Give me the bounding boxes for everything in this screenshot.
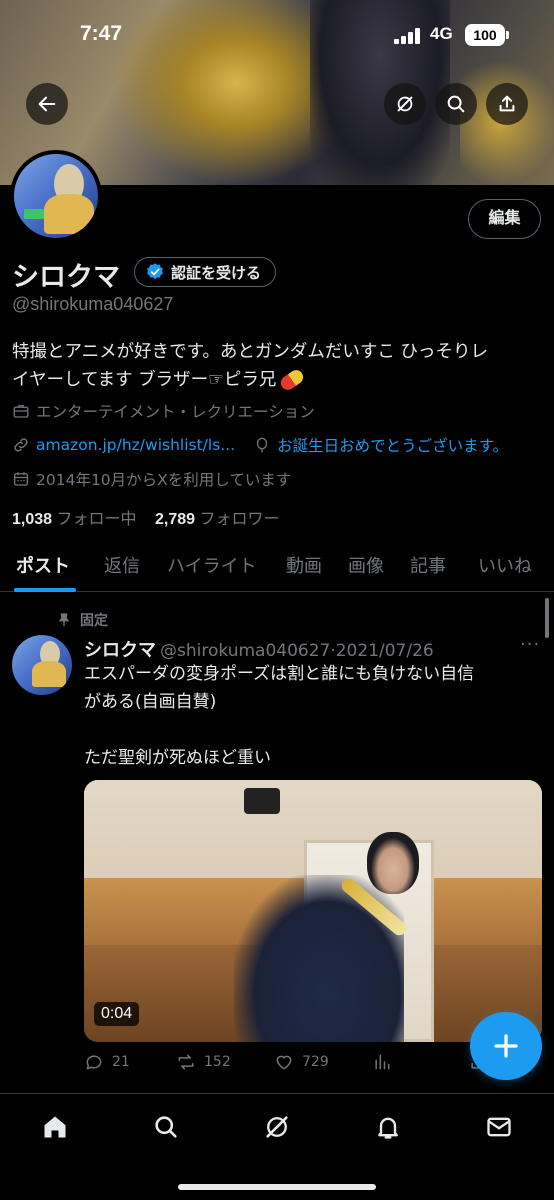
post-handle-date: @shirokuma040627·2021/07/26 — [160, 641, 434, 661]
repost-button[interactable]: 152 — [176, 1052, 231, 1072]
follow-counts: 1,038 フォロー中 2,789 フォロワー — [12, 505, 279, 529]
following-link[interactable]: 1,038 フォロー中 — [12, 511, 137, 528]
post-author-name[interactable]: シロクマ — [84, 640, 156, 661]
compose-post-button[interactable] — [470, 1012, 542, 1080]
edit-profile-button[interactable]: 編集 — [468, 199, 541, 239]
nav-notifications[interactable] — [373, 1112, 403, 1142]
back-arrow-icon — [38, 96, 56, 112]
followers-label: フォロワー — [199, 511, 280, 528]
tab-videos[interactable]: 動画 — [286, 552, 322, 578]
scrollbar[interactable] — [545, 598, 549, 638]
nav-search[interactable] — [151, 1112, 181, 1142]
speaker-image — [244, 788, 280, 814]
search-icon — [155, 1116, 177, 1138]
post-header: シロクマ @shirokuma040627·2021/07/26 — [84, 636, 434, 662]
bio-line: イヤーしてます ブラザー☞ピラ兄 — [12, 370, 277, 390]
tab-likes[interactable]: いいね — [478, 552, 532, 578]
video-duration: 0:04 — [94, 1002, 140, 1026]
profile-category: エンターテイメント・レクリエーション — [12, 400, 315, 422]
battery-tip — [506, 31, 509, 39]
pinned-indicator: 固定 — [56, 610, 108, 630]
profile-handle: @shirokuma040627 — [12, 294, 174, 314]
joined-date-row: 2014年10月からXを利用しています — [12, 468, 291, 490]
briefcase-icon — [13, 405, 29, 418]
bottom-navigation — [0, 1093, 554, 1200]
post-video[interactable]: 0:04 — [84, 780, 542, 1042]
nav-grok[interactable] — [262, 1112, 292, 1142]
profile-bio: 特撮とアニメが好きです。あとガンダムだいすこ ひっそりレ イヤーしてます ブラザ… — [12, 338, 542, 394]
profile-website-link[interactable]: amazon.jp/hz/wishlist/ls... — [36, 436, 235, 454]
reply-count: 21 — [112, 1054, 130, 1070]
reply-icon — [86, 1055, 102, 1070]
followers-count: 2,789 — [154, 511, 196, 528]
verified-badge-icon — [147, 263, 163, 280]
category-text: エンターテイメント・レクリエーション — [36, 403, 315, 421]
verify-label: 認証を受ける — [171, 264, 262, 282]
analytics-icon — [375, 1054, 390, 1070]
nav-home[interactable] — [40, 1112, 70, 1142]
bell-icon — [378, 1117, 398, 1139]
birthday-text[interactable]: お誕生日おめでとうございます。 — [277, 434, 508, 456]
nav-messages[interactable] — [484, 1112, 514, 1142]
bio-line-with-emoji: イヤーしてます ブラザー☞ピラ兄 — [12, 366, 542, 394]
pill-emoji-icon — [278, 367, 307, 393]
grok-icon — [266, 1116, 288, 1138]
signal-icon — [394, 28, 422, 44]
search-icon — [447, 95, 465, 113]
share-icon — [499, 95, 515, 112]
heart-icon — [276, 1055, 292, 1070]
search-button[interactable] — [435, 83, 477, 125]
grok-icon — [397, 96, 413, 112]
like-button[interactable]: 729 — [274, 1052, 329, 1072]
pin-icon — [58, 613, 70, 626]
reply-button[interactable]: 21 — [84, 1052, 130, 1072]
tab-replies[interactable]: 返信 — [104, 552, 140, 578]
plus-icon — [494, 1034, 518, 1058]
joined-text: 2014年10月からXを利用しています — [36, 471, 292, 489]
followers-link[interactable]: 2,789 フォロワー — [155, 511, 280, 528]
bio-line: 特撮とアニメが好きです。あとガンダムだいすこ ひっそりレ — [12, 342, 488, 362]
tab-highlights[interactable]: ハイライト — [167, 552, 257, 578]
following-count: 1,038 — [12, 511, 53, 528]
post-more-icon[interactable]: ··· — [520, 634, 540, 655]
back-button[interactable] — [26, 83, 68, 125]
profile-link-row: amazon.jp/hz/wishlist/ls... お誕生日おめでとうござい… — [12, 434, 508, 456]
mail-icon — [487, 1117, 511, 1137]
status-bar: 7:47 4G 100 — [0, 22, 554, 52]
balloon-icon — [256, 437, 268, 453]
tab-articles[interactable]: 記事 — [410, 552, 446, 578]
battery-icon: 100 — [465, 24, 505, 46]
active-tab-indicator — [14, 588, 76, 592]
display-name: シロクマ — [12, 262, 120, 292]
like-count: 729 — [302, 1054, 329, 1070]
views-button[interactable] — [372, 1052, 392, 1072]
following-label: フォロー中 — [56, 511, 137, 528]
post-text: エスパーダの変身ポーズは割と誰にも負けない自信 がある(自画自賛) ただ聖剣が死… — [84, 664, 475, 768]
share-button[interactable] — [486, 83, 528, 125]
grok-button[interactable] — [384, 83, 426, 125]
home-icon — [44, 1116, 66, 1138]
home-indicator — [178, 1184, 376, 1190]
link-icon — [14, 438, 28, 452]
tab-media[interactable]: 画像 — [348, 552, 384, 578]
status-time: 7:47 — [80, 22, 123, 45]
get-verified-button[interactable]: 認証を受ける — [134, 257, 277, 287]
post-actions: 21 152 729 — [84, 1052, 485, 1080]
profile-avatar[interactable] — [10, 150, 102, 242]
pinned-label: 固定 — [80, 613, 108, 629]
profile-tabs: ポスト 返信 ハイライト 動画 画像 記事 いいね — [0, 540, 554, 592]
post-author-avatar[interactable] — [12, 635, 72, 695]
tab-posts[interactable]: ポスト — [16, 552, 70, 578]
repost-count: 152 — [204, 1054, 231, 1070]
repost-icon — [178, 1054, 194, 1070]
calendar-icon — [13, 472, 29, 486]
network-type: 4G — [430, 24, 453, 43]
